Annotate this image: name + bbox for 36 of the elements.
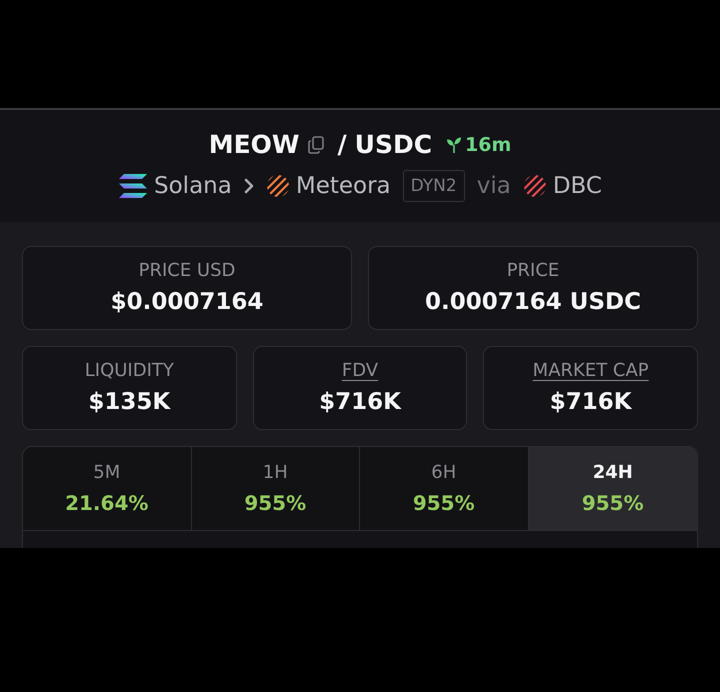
striped-circle-icon[interactable]: [522, 174, 547, 198]
timeframe-tab[interactable]: 24H 955%: [528, 447, 697, 530]
chevron-right-icon: [244, 178, 254, 194]
price-change: 955%: [244, 490, 306, 516]
pair-separator: /: [338, 130, 347, 160]
price-change: 21.64%: [65, 490, 148, 516]
stat-value: $716K: [319, 388, 401, 417]
striped-circle-icon[interactable]: [266, 174, 290, 198]
pool-type-badge: DYN2: [402, 170, 465, 202]
sprout-icon: [446, 136, 462, 154]
timeframe-tab[interactable]: 5M 21.64%: [23, 447, 192, 530]
chain-name[interactable]: Solana: [154, 171, 232, 201]
timeframe-label: 5M: [93, 460, 120, 484]
timeframe-label: 1H: [262, 460, 288, 484]
timeframe-label: 6H: [431, 460, 456, 484]
copy-icon[interactable]: [308, 136, 324, 154]
stat-label: PRICE USD: [138, 259, 236, 283]
price-change: 955%: [412, 490, 475, 516]
stat-value: $135K: [88, 388, 170, 417]
quote-token-symbol: USDC: [354, 130, 432, 160]
stacked-bars-logo-icon[interactable]: [118, 173, 148, 199]
stat-value: $716K: [550, 388, 632, 417]
stat-value: 0.0007164 USDC: [425, 288, 641, 317]
base-token-symbol: MEOW: [208, 130, 300, 160]
timeframe-label: 24H: [592, 460, 633, 484]
stat-label[interactable]: MARKET CAP: [532, 359, 649, 383]
stat-label: LIQUIDITY: [84, 359, 174, 383]
price-change: 955%: [582, 490, 644, 516]
timeframe-tab[interactable]: 1H 955%: [192, 447, 360, 530]
stat-value: $0.0007164: [110, 288, 264, 317]
launchpad-name[interactable]: DBC: [552, 171, 602, 201]
dex-name[interactable]: Meteora: [296, 171, 391, 201]
stat-label: PRICE: [506, 259, 560, 283]
via-label: via: [476, 172, 511, 201]
stat-label[interactable]: FDV: [342, 359, 378, 383]
pair-age: 16m: [465, 133, 512, 157]
